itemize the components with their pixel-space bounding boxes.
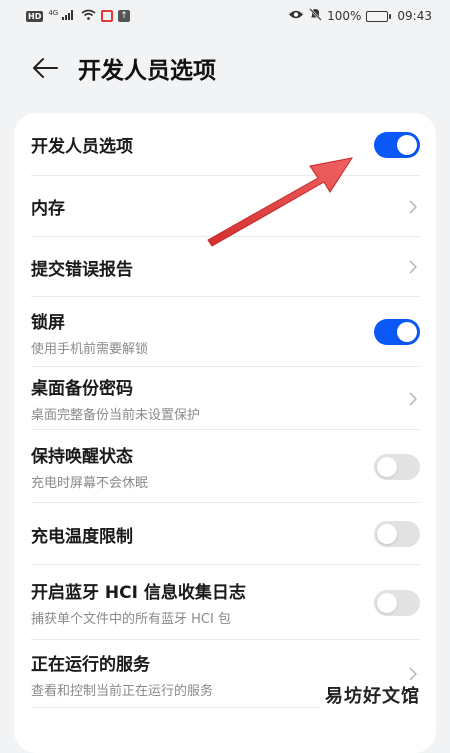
toggle-knob	[397, 135, 417, 155]
row-title: 锁屏	[31, 308, 148, 333]
toggle-knob	[377, 524, 397, 544]
row-subtitle: 查看和控制当前正在运行的服务	[31, 680, 213, 699]
row-text: 开启蓝牙 HCI 信息收集日志 捕获单个文件中的所有蓝牙 HCI 包	[31, 578, 246, 627]
page-title: 开发人员选项	[78, 51, 216, 85]
row-memory[interactable]: 内存	[14, 176, 436, 237]
row-lock-screen[interactable]: 锁屏 使用手机前需要解锁	[14, 297, 436, 367]
row-charging-temp-limit[interactable]: 充电温度限制	[14, 503, 436, 565]
upload-icon: ↑	[118, 10, 130, 22]
stay-awake-toggle[interactable]	[374, 454, 420, 480]
lock-screen-toggle[interactable]	[374, 319, 420, 345]
status-left: HD 4G ↑	[26, 9, 130, 23]
battery-percent: 100%	[327, 9, 361, 23]
developer-options-toggle[interactable]	[374, 132, 420, 158]
row-title: 充电温度限制	[31, 522, 133, 547]
row-bug-report[interactable]: 提交错误报告	[14, 237, 436, 297]
network-type: 4G	[48, 9, 58, 17]
row-title: 内存	[31, 194, 65, 219]
row-subtitle: 充电时屏幕不会休眠	[31, 472, 148, 491]
chevron-right-icon	[406, 197, 420, 217]
mute-bell-icon	[309, 8, 322, 24]
hd-badge: HD	[26, 11, 43, 22]
status-bar: HD 4G ↑ 100% 09:43	[0, 0, 450, 32]
charging-temp-limit-toggle[interactable]	[374, 521, 420, 547]
row-stay-awake[interactable]: 保持唤醒状态 充电时屏幕不会休眠	[14, 430, 436, 503]
toggle-knob	[377, 457, 397, 477]
row-title: 桌面备份密码	[31, 374, 200, 399]
row-title: 保持唤醒状态	[31, 442, 148, 467]
settings-card: 开发人员选项 内存 提交错误报告 锁屏 使用手机前需要解锁 桌面备份密码 桌面完…	[14, 113, 436, 753]
row-text: 开发人员选项	[31, 132, 133, 157]
battery-icon	[366, 11, 388, 22]
wifi-icon	[81, 9, 96, 23]
back-button[interactable]	[28, 51, 62, 85]
eye-icon	[288, 9, 304, 23]
row-subtitle: 捕获单个文件中的所有蓝牙 HCI 包	[31, 608, 246, 627]
bluetooth-hci-log-toggle[interactable]	[374, 590, 420, 616]
back-arrow-icon	[32, 57, 58, 79]
row-title: 开启蓝牙 HCI 信息收集日志	[31, 578, 246, 603]
row-title: 正在运行的服务	[31, 650, 213, 675]
chevron-right-icon	[406, 257, 420, 277]
toggle-knob	[377, 593, 397, 613]
row-text: 充电温度限制	[31, 522, 133, 547]
row-text: 内存	[31, 194, 65, 219]
row-desktop-backup-password[interactable]: 桌面备份密码 桌面完整备份当前未设置保护	[14, 367, 436, 430]
signal-icon: 4G	[48, 9, 76, 23]
watermark: 易坊好文馆	[319, 680, 426, 710]
app-notification-icon	[101, 10, 113, 22]
row-text: 提交错误报告	[31, 255, 133, 280]
row-text: 保持唤醒状态 充电时屏幕不会休眠	[31, 442, 148, 491]
row-title: 提交错误报告	[31, 255, 133, 280]
row-subtitle: 桌面完整备份当前未设置保护	[31, 404, 200, 423]
row-title: 开发人员选项	[31, 132, 133, 157]
row-developer-options[interactable]: 开发人员选项	[14, 113, 436, 176]
clock: 09:43	[397, 9, 432, 23]
status-right: 100% 09:43	[288, 8, 432, 24]
row-text: 正在运行的服务 查看和控制当前正在运行的服务	[31, 650, 213, 699]
row-text: 桌面备份密码 桌面完整备份当前未设置保护	[31, 374, 200, 423]
row-text: 锁屏 使用手机前需要解锁	[31, 308, 148, 357]
row-bluetooth-hci-log[interactable]: 开启蓝牙 HCI 信息收集日志 捕获单个文件中的所有蓝牙 HCI 包	[14, 565, 436, 640]
row-subtitle: 使用手机前需要解锁	[31, 338, 148, 357]
toggle-knob	[397, 322, 417, 342]
chevron-right-icon	[406, 389, 420, 409]
page-header: 开发人员选项	[0, 42, 450, 94]
